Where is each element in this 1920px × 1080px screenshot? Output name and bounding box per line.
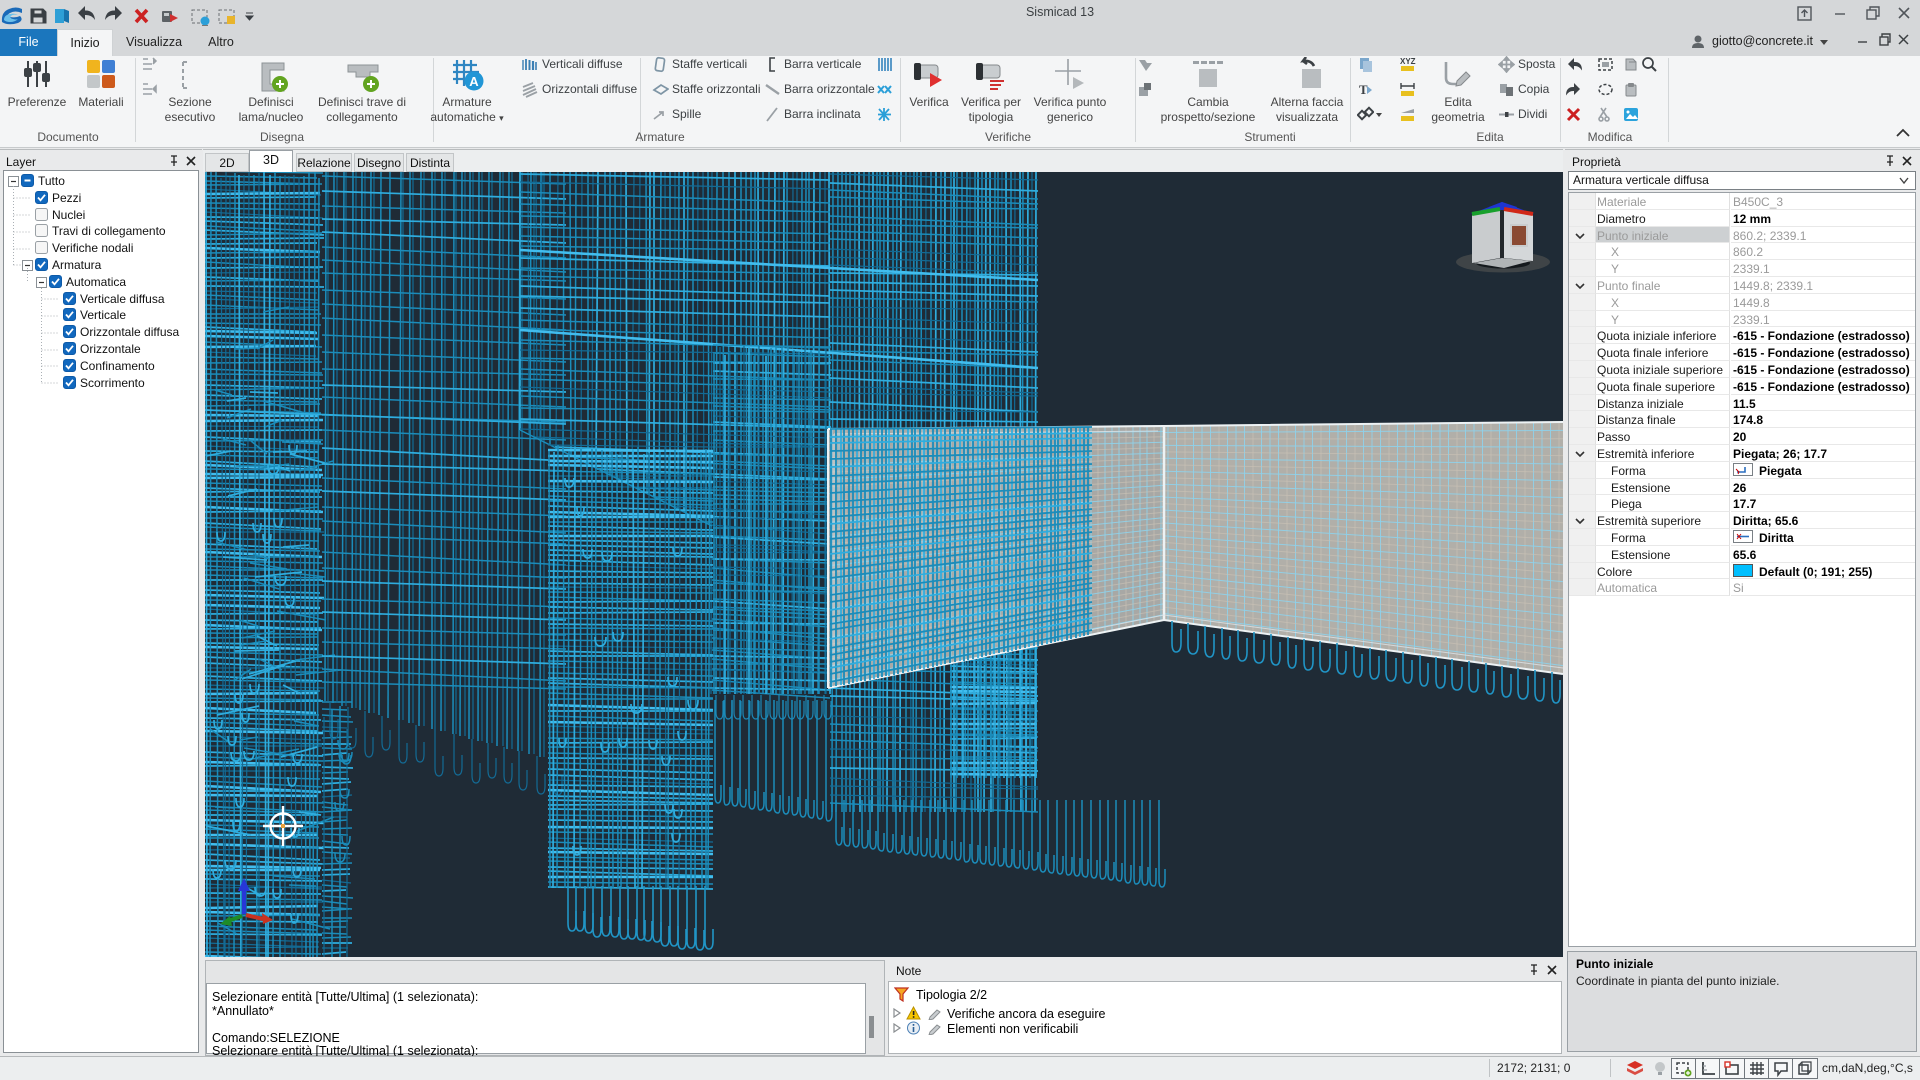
svg-text:giotto@concrete.it: giotto@concrete.it [1712,34,1813,48]
svg-text:XYZ: XYZ [1400,57,1416,66]
svg-text:T: T [1359,82,1368,97]
svg-text:A: A [469,74,479,89]
